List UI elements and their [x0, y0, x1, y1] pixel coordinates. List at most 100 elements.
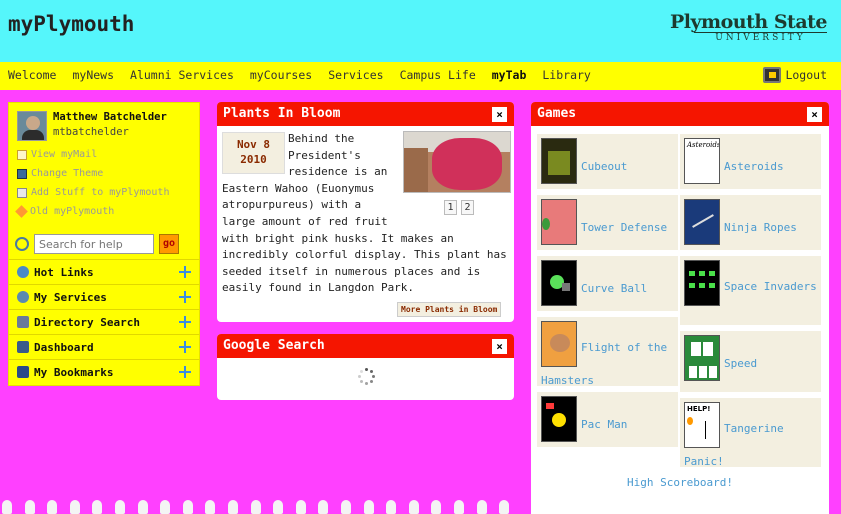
game-curve-ball[interactable]: Curve Ball — [537, 256, 680, 314]
panel-title: Plants In Bloom — [223, 106, 341, 121]
game-cubeout[interactable]: Cubeout — [537, 134, 680, 192]
decorative-figure — [47, 500, 58, 514]
gear-icon — [17, 291, 29, 303]
user-id: mtbatchelder — [53, 126, 129, 138]
page-2-button[interactable]: 2 — [461, 200, 474, 215]
decorative-figure — [69, 500, 80, 514]
logout-button[interactable]: Logout — [763, 67, 827, 83]
decorative-figure — [160, 500, 171, 514]
nav-alumni-services[interactable]: Alumni Services — [130, 68, 234, 82]
globe-icon — [17, 266, 29, 278]
decorative-figure — [499, 500, 510, 514]
nav-campus-life[interactable]: Campus Life — [400, 68, 476, 82]
more-plants-button[interactable]: More Plants in Bloom — [397, 302, 502, 317]
decorative-figure — [115, 500, 125, 514]
game-space-invaders[interactable]: Space Invaders — [680, 256, 823, 328]
decorative-figure — [24, 500, 35, 514]
plants-in-bloom-panel: Plants In Bloom × Nov 8 2010 Behind the … — [217, 102, 514, 322]
expand-plus-icon[interactable] — [179, 366, 191, 378]
game-speed[interactable]: Speed — [680, 331, 823, 395]
nav-welcome[interactable]: Welcome — [8, 68, 56, 82]
change-theme-link[interactable]: Change Theme — [17, 168, 103, 179]
add-stuff-icon — [17, 187, 27, 198]
game-tower-defense[interactable]: Tower Defense — [537, 195, 680, 253]
hot-links-label: Hot Links — [34, 265, 94, 279]
game-name: Asteroids — [724, 160, 784, 173]
panel-title: Games — [537, 106, 577, 121]
game-name: Ninja Ropes — [724, 221, 797, 234]
mail-icon — [17, 149, 27, 160]
panel-header[interactable]: Games × — [531, 102, 829, 126]
expand-plus-icon[interactable] — [179, 341, 191, 353]
ninja-ropes-thumbnail — [684, 199, 720, 245]
old-myplymouth-label: Old myPlymouth — [30, 206, 115, 217]
help-search-input[interactable] — [34, 234, 154, 254]
high-scoreboard-link[interactable]: High Scoreboard! — [531, 476, 829, 489]
add-stuff-link[interactable]: Add Stuff to myPlymouth — [17, 187, 169, 198]
nav-links: Welcome myNews Alumni Services myCourses… — [8, 68, 607, 82]
user-block: Matthew Batchelder mtbatchelder — [17, 111, 167, 141]
decorative-figure — [92, 500, 103, 514]
nav-mytab[interactable]: myTab — [492, 68, 527, 82]
plant-photo[interactable] — [403, 131, 511, 193]
theme-icon — [17, 168, 27, 179]
game-ninja-ropes[interactable]: Ninja Ropes — [680, 195, 823, 253]
sidebar-section-dashboard[interactable]: Dashboard — [9, 334, 199, 359]
user-name: Matthew Batchelder — [53, 111, 167, 123]
game-name: Speed — [724, 357, 758, 370]
sidebar-section-directory-search[interactable]: Directory Search — [9, 309, 199, 334]
site-title[interactable]: myPlymouth — [8, 12, 134, 36]
old-myplymouth-icon — [15, 205, 28, 218]
old-myplymouth-link[interactable]: Old myPlymouth — [15, 205, 115, 218]
dashboard-label: Dashboard — [34, 340, 94, 354]
header-bar: myPlymouth Plymouth State UNIVERSITY — [0, 0, 841, 62]
pac-man-thumbnail — [541, 396, 577, 442]
logo-line2: UNIVERSITY — [693, 32, 827, 43]
close-icon[interactable]: × — [807, 107, 822, 122]
decorative-figure — [318, 500, 329, 514]
close-icon[interactable]: × — [492, 339, 507, 354]
game-name: Flight of the Hamsters — [541, 341, 668, 387]
nav-mynews[interactable]: myNews — [72, 68, 114, 82]
expand-plus-icon[interactable] — [179, 291, 191, 303]
bookmarks-icon — [17, 366, 29, 378]
panel-title: Google Search — [223, 338, 325, 353]
game-name: Curve Ball — [581, 282, 648, 295]
nav-library[interactable]: Library — [542, 68, 590, 82]
expand-plus-icon[interactable] — [179, 266, 191, 278]
university-logo[interactable]: Plymouth State UNIVERSITY — [670, 12, 828, 43]
view-mymail-link[interactable]: View myMail — [17, 149, 97, 160]
add-stuff-label: Add Stuff to myPlymouth — [31, 187, 170, 198]
go-button[interactable]: go — [159, 234, 179, 254]
game-asteroids[interactable]: Asteroids Asteroids — [680, 134, 823, 192]
sidebar-section-my-services[interactable]: My Services — [9, 284, 199, 309]
sidebar: Matthew Batchelder mtbatchelder View myM… — [8, 102, 200, 386]
nav-mycourses[interactable]: myCourses — [250, 68, 312, 82]
avatar — [17, 111, 47, 141]
decorative-figure — [363, 500, 374, 514]
tower-defense-thumbnail — [541, 199, 577, 245]
curve-ball-thumbnail — [541, 260, 577, 306]
photo-pager: 1 2 — [444, 200, 474, 215]
panel-header[interactable]: Google Search × — [217, 334, 514, 358]
directory-search-label: Directory Search — [34, 315, 140, 329]
change-theme-label: Change Theme — [31, 168, 104, 179]
decorative-figure — [454, 500, 464, 514]
game-flight-of-the-hamsters[interactable]: Flight of the Hamsters — [537, 317, 680, 389]
nav-services[interactable]: Services — [328, 68, 383, 82]
expand-plus-icon[interactable] — [179, 316, 191, 328]
panel-header[interactable]: Plants In Bloom × — [217, 102, 514, 126]
loading-spinner-icon — [357, 368, 375, 386]
decorative-figure — [250, 500, 261, 514]
directory-icon — [17, 316, 29, 328]
game-pac-man[interactable]: Pac Man — [537, 392, 680, 450]
game-tangerine-panic[interactable]: HELP! Tangerine Panic! — [680, 398, 823, 470]
logout-label: Logout — [785, 68, 827, 82]
close-icon[interactable]: × — [492, 107, 507, 122]
sidebar-section-hot-links[interactable]: Hot Links — [9, 259, 199, 284]
page-1-button[interactable]: 1 — [444, 200, 457, 215]
sidebar-section-my-bookmarks[interactable]: My Bookmarks — [9, 359, 199, 384]
decorative-figure — [273, 500, 284, 514]
decorative-figure — [431, 500, 442, 514]
dashboard-icon — [17, 341, 29, 353]
